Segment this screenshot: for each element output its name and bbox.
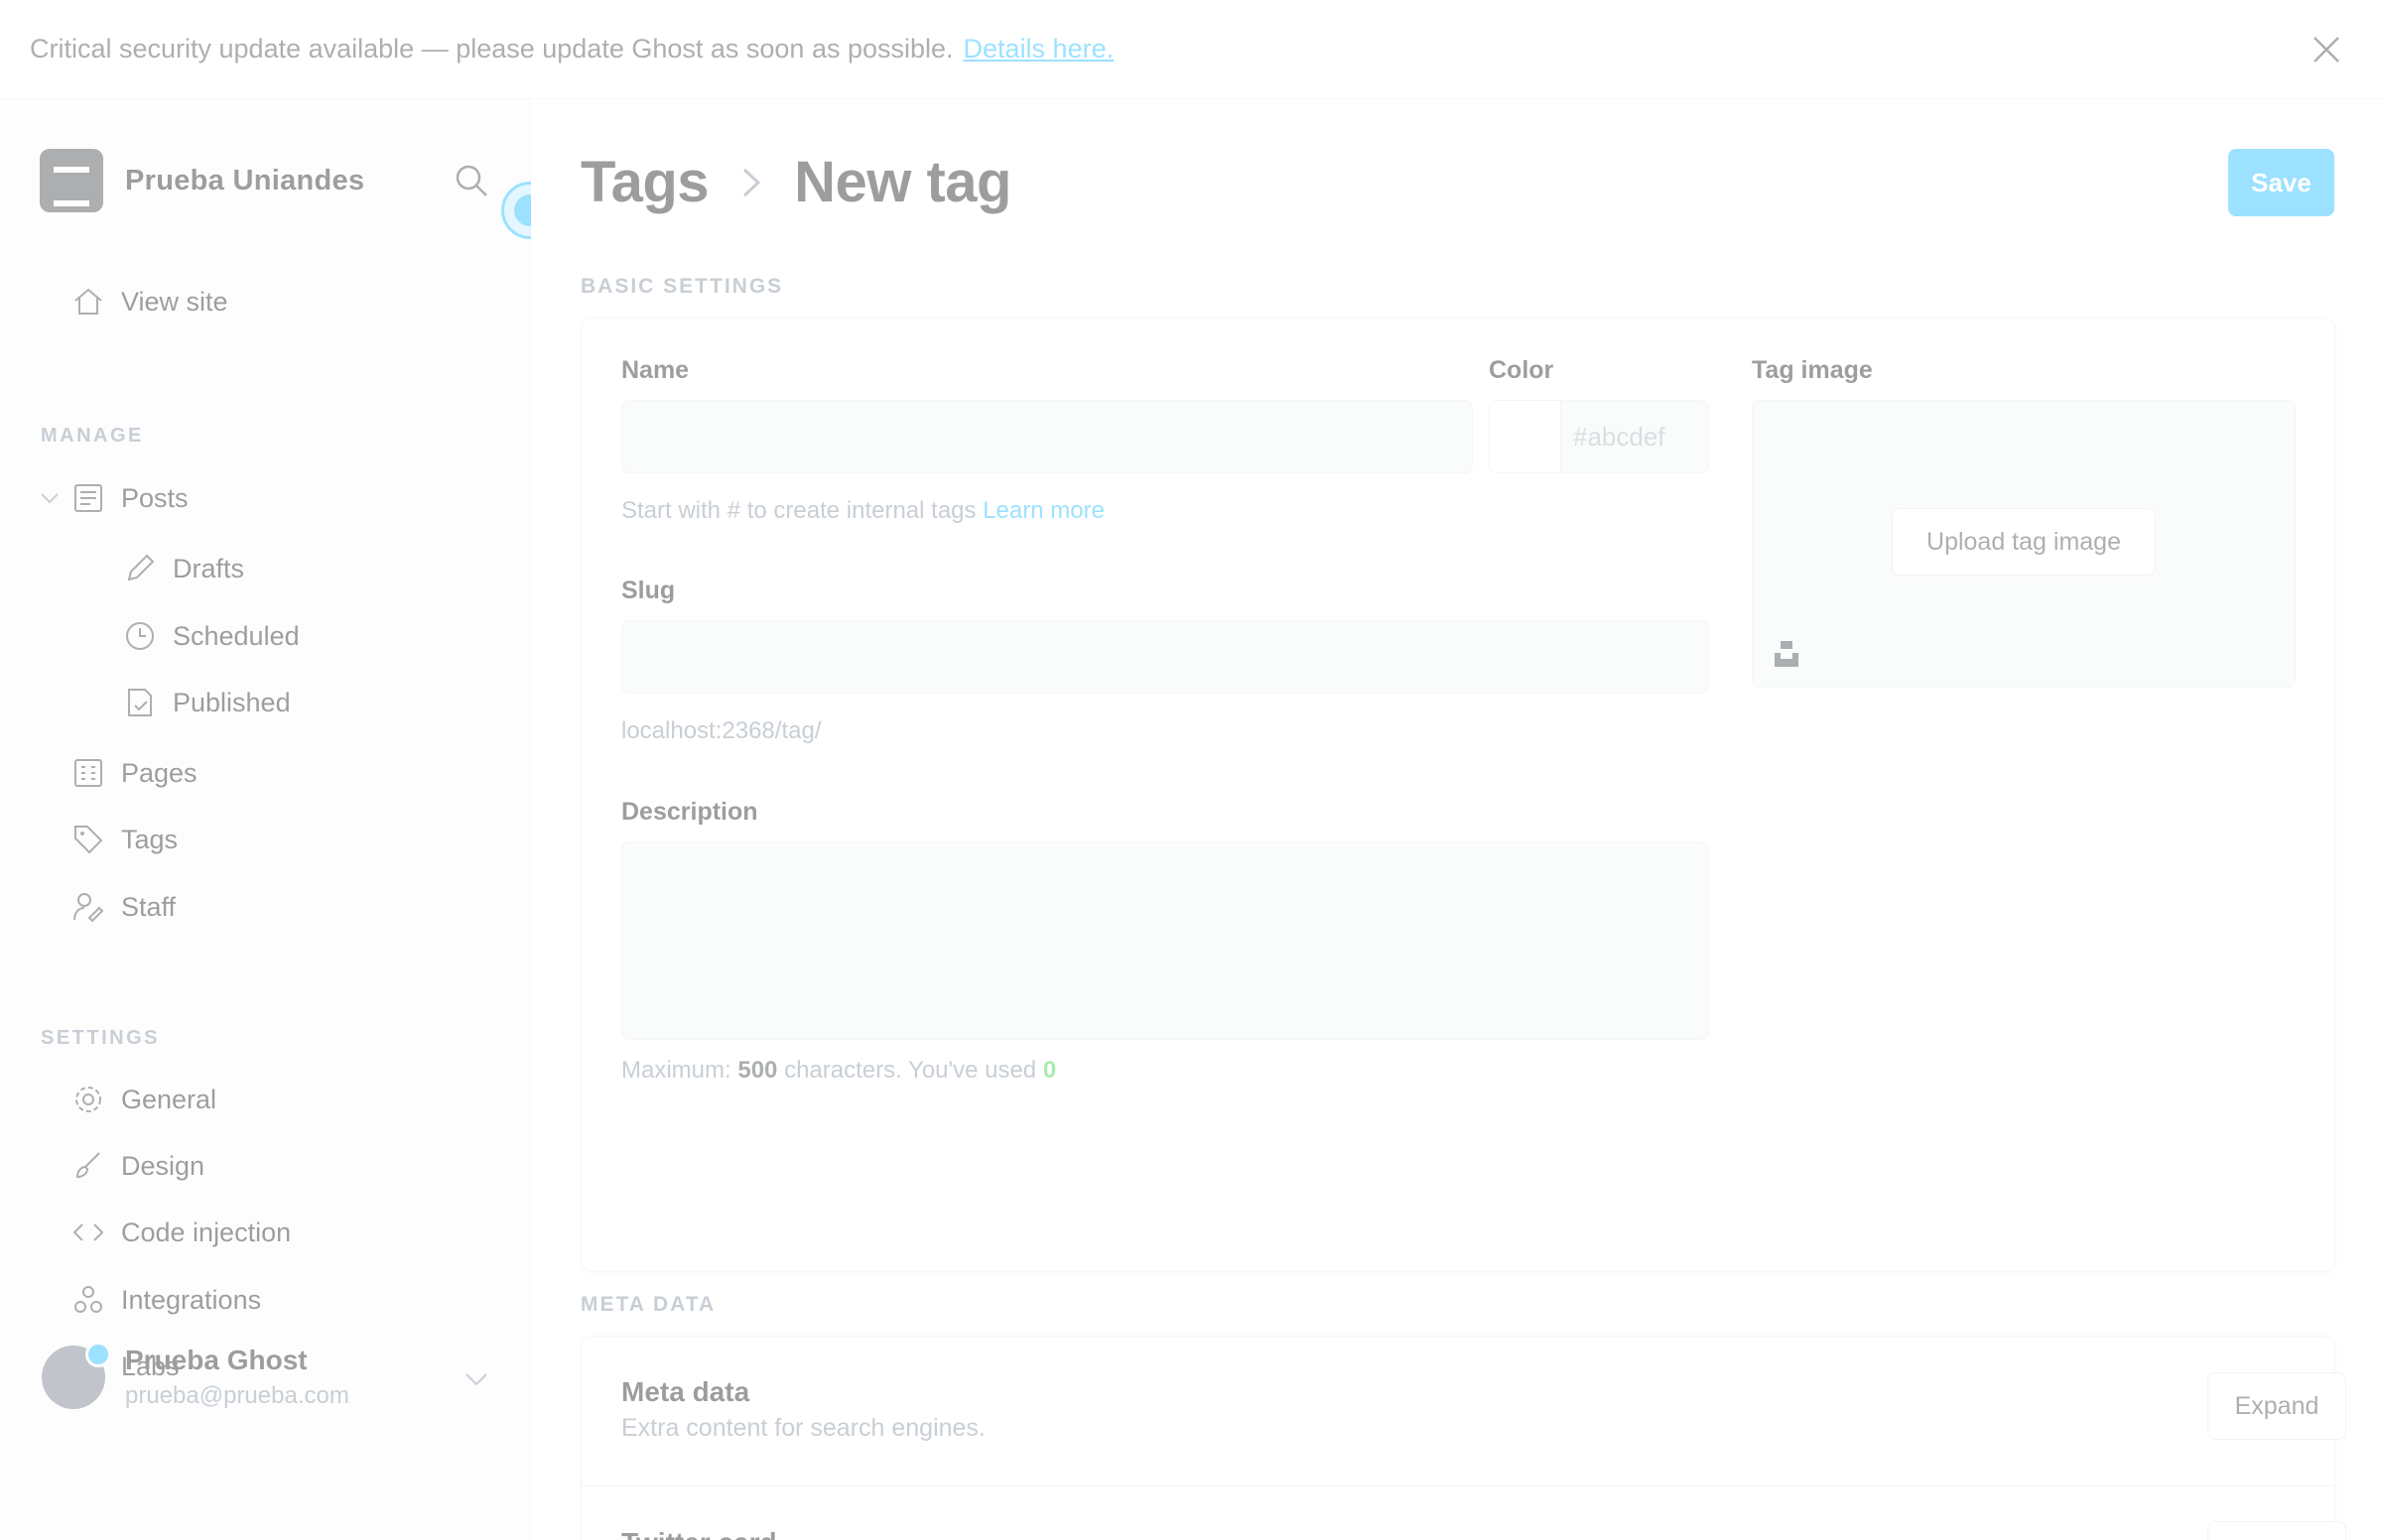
nav-design-label: Design <box>121 1150 205 1181</box>
page-title: New tag <box>794 150 1011 214</box>
nav-drafts-label: Drafts <box>173 553 245 583</box>
desc-hint-prefix: Maximum: <box>621 1057 731 1084</box>
desc-hint-used: 0 <box>1042 1057 1057 1084</box>
save-button[interactable]: Save <box>2228 149 2334 216</box>
pages-icon <box>74 759 102 787</box>
chevron-right-icon <box>743 168 761 196</box>
divider <box>582 1485 2336 1486</box>
nav-staff[interactable]: Staff <box>71 890 176 924</box>
gear-icon <box>75 1087 101 1112</box>
code-icon <box>72 1223 104 1241</box>
home-icon <box>74 288 102 315</box>
chevron-down-icon[interactable] <box>38 486 62 510</box>
meta-data-card: Meta data Extra content for search engin… <box>581 1336 2346 1540</box>
integrations-icon <box>74 1286 102 1313</box>
nav-code-injection-label: Code injection <box>121 1217 292 1247</box>
meta-data-label: META DATA <box>581 1293 717 1316</box>
user-menu[interactable]: Prueba Ghost prueba@prueba.com <box>42 1342 349 1410</box>
banner-details-link[interactable]: Details here. <box>964 34 1115 64</box>
site-brand[interactable]: Prueba Uniandes <box>40 149 364 212</box>
color-input[interactable]: #abcdef <box>1560 400 1709 473</box>
upload-tag-image-button[interactable]: Upload tag image <box>1892 508 2156 576</box>
nav-general-label: General <box>121 1084 217 1114</box>
basic-settings-label: BASIC SETTINGS <box>581 275 784 298</box>
site-name: Prueba Uniandes <box>125 164 365 196</box>
color-swatch[interactable] <box>1489 400 1560 473</box>
posts-icon <box>74 484 102 512</box>
manage-section-label: MANAGE <box>41 425 144 447</box>
tag-icon <box>74 826 103 854</box>
nav-scheduled[interactable]: Scheduled <box>123 619 300 653</box>
breadcrumb-tags-link[interactable]: Tags <box>581 149 710 215</box>
site-logo <box>40 149 103 212</box>
nav-view-site[interactable]: View site <box>71 285 228 319</box>
basic-settings-card: Name Start with # to create internal tag… <box>581 318 2335 1272</box>
name-hint-text: Start with # to create internal tags <box>621 497 977 524</box>
meta-data-title: Meta data <box>621 1376 750 1407</box>
nav-scheduled-label: Scheduled <box>173 620 300 651</box>
nav-tags[interactable]: Tags <box>71 823 178 856</box>
clock-icon <box>126 622 154 650</box>
nav-tags-label: Tags <box>121 824 179 854</box>
nav-drafts[interactable]: Drafts <box>123 552 244 585</box>
nav-design[interactable]: Design <box>71 1149 204 1183</box>
user-name: Prueba Ghost <box>125 1345 308 1375</box>
nav-published-label: Published <box>173 687 291 717</box>
breadcrumb: Tags New tag <box>581 149 1011 215</box>
learn-more-link[interactable]: Learn more <box>983 497 1105 524</box>
color-label: Color <box>1489 356 1554 384</box>
close-icon[interactable] <box>2307 30 2346 69</box>
slug-input[interactable] <box>621 620 1709 694</box>
meta-expand-button[interactable]: Expand <box>2207 1372 2346 1440</box>
nav-integrations-label: Integrations <box>121 1284 262 1315</box>
description-label: Description <box>621 798 758 826</box>
name-input[interactable] <box>621 400 1473 473</box>
tag-image-dropzone[interactable]: Upload tag image <box>1752 400 2296 688</box>
meta-data-subtitle: Extra content for search engines. <box>621 1414 986 1442</box>
published-icon <box>128 689 152 716</box>
name-hint: Start with # to create internal tags Lea… <box>621 497 1105 525</box>
unsplash-icon[interactable] <box>1771 637 1802 669</box>
brush-icon <box>75 1152 100 1179</box>
desc-hint-mid: characters. You've used <box>784 1057 1037 1084</box>
slug-label: Slug <box>621 577 676 604</box>
avatar <box>42 1342 111 1409</box>
nav-staff-label: Staff <box>121 891 177 922</box>
security-banner: Critical security update available — ple… <box>0 0 2382 99</box>
settings-section-label: SETTINGS <box>41 1027 161 1049</box>
sidebar: Prueba Uniandes View site MANAGE Posts D… <box>0 99 559 1540</box>
nav-view-site-label: View site <box>121 286 228 317</box>
nav-posts[interactable]: Posts <box>71 481 189 515</box>
chevron-down-icon[interactable] <box>462 1364 491 1394</box>
nav-integrations[interactable]: Integrations <box>71 1283 261 1317</box>
slug-url: localhost:2368/tag/ <box>621 717 822 744</box>
description-hint: Maximum: 500 characters. You've used 0 <box>621 1057 1056 1085</box>
search-icon[interactable] <box>452 161 491 200</box>
nav-posts-label: Posts <box>121 482 189 513</box>
banner-text: Critical security update available — ple… <box>30 34 954 64</box>
user-email: prueba@prueba.com <box>125 1382 349 1409</box>
nav-pages[interactable]: Pages <box>71 756 198 790</box>
pencil-icon <box>127 554 155 581</box>
name-label: Name <box>621 356 690 384</box>
main-content: Tags New tag Save BASIC SETTINGS Name St… <box>531 99 2382 1540</box>
staff-icon <box>73 893 104 923</box>
tag-image-label: Tag image <box>1752 356 1873 384</box>
description-textarea[interactable] <box>621 841 1709 1040</box>
desc-hint-max: 500 <box>737 1057 778 1084</box>
nav-code-injection[interactable]: Code injection <box>71 1216 291 1249</box>
nav-pages-label: Pages <box>121 757 198 788</box>
twitter-expand-button[interactable]: Expand <box>2207 1521 2346 1540</box>
nav-general[interactable]: General <box>71 1083 216 1116</box>
nav-published[interactable]: Published <box>123 686 291 719</box>
twitter-card-title: Twitter card <box>621 1527 777 1540</box>
